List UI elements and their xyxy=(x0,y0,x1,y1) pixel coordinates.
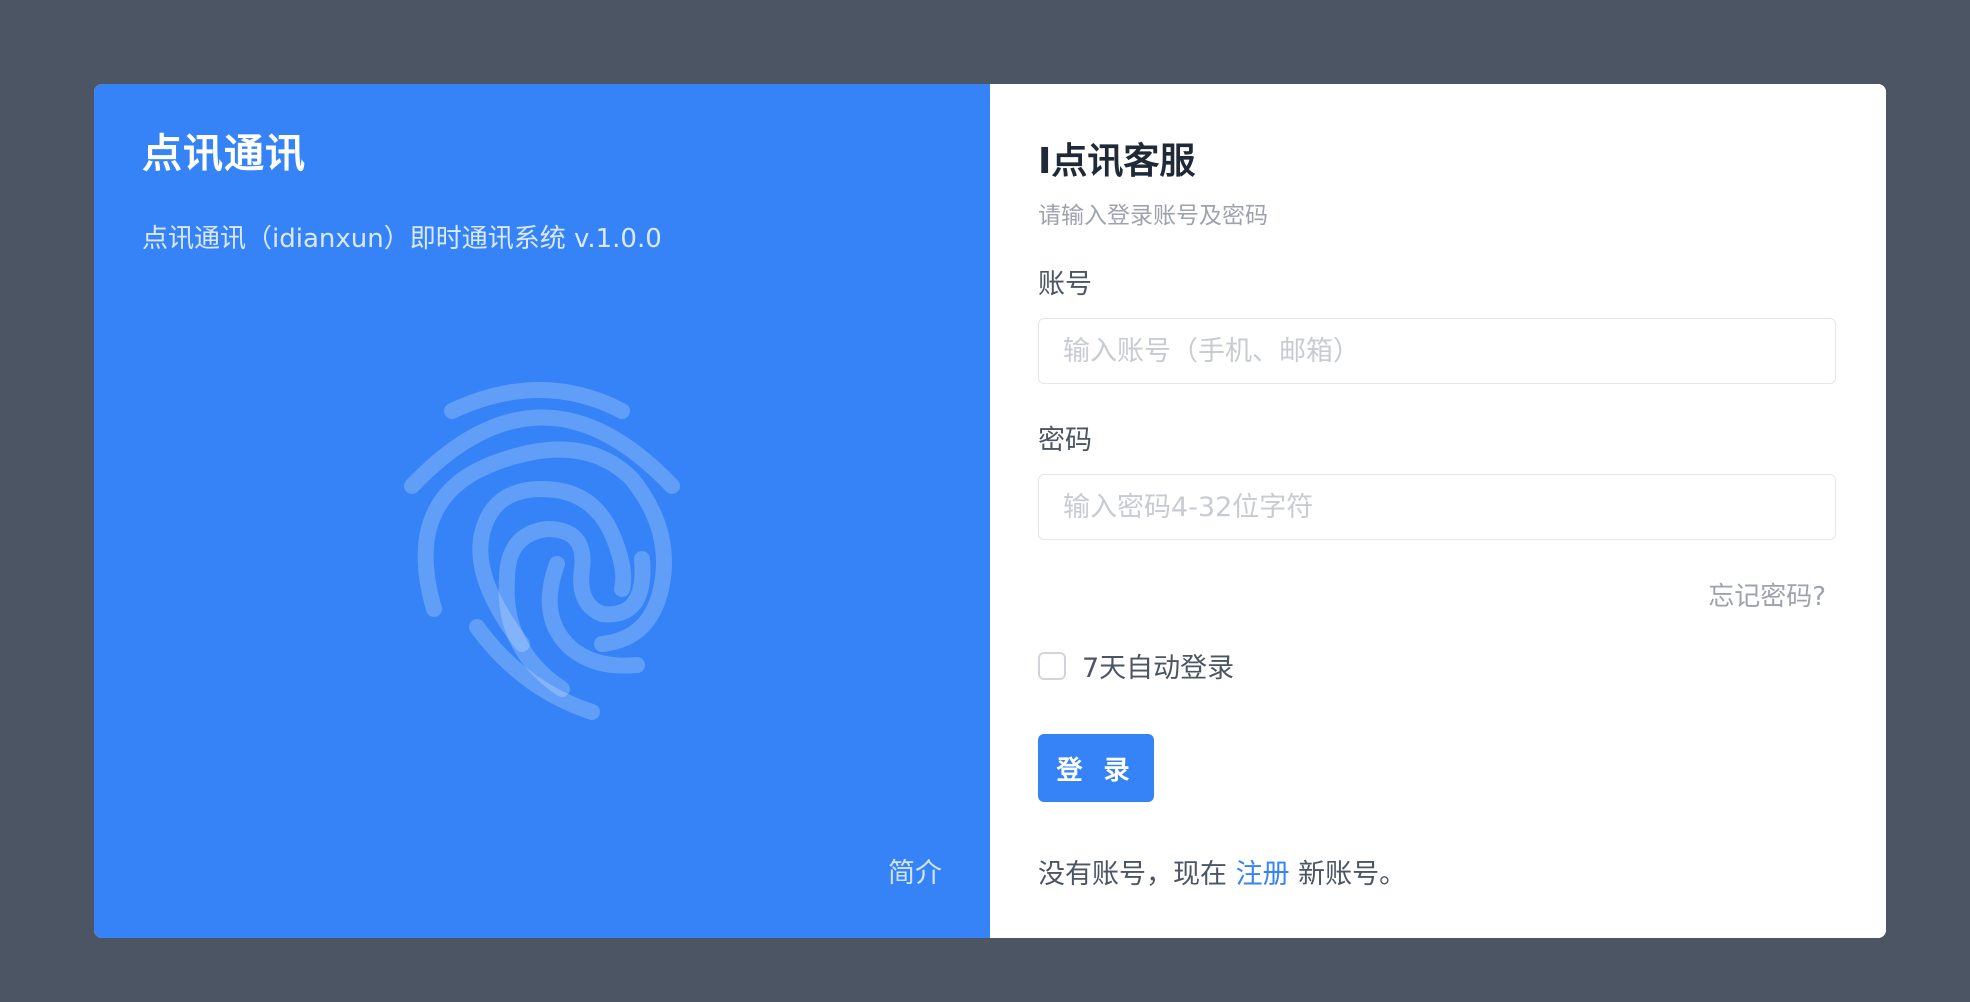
form-hint: 请输入登录账号及密码 xyxy=(1038,203,1268,229)
password-input[interactable] xyxy=(1038,474,1836,540)
brand-subtitle: 点讯通讯（idianxun）即时通讯系统 v.1.0.0 xyxy=(142,224,662,254)
register-prompt: 没有账号，现在 注册 新账号。 xyxy=(1038,852,1406,891)
intro-link[interactable]: 简介 xyxy=(888,851,942,890)
password-label: 密码 xyxy=(1038,425,1092,456)
remember-label: 7天自动登录 xyxy=(1082,653,1235,684)
remember-login-option[interactable]: 7天自动登录 xyxy=(1038,646,1234,685)
register-suffix: 新账号。 xyxy=(1289,859,1407,890)
forgot-password-link[interactable]: 忘记密码? xyxy=(1708,576,1826,613)
register-link[interactable]: 注册 xyxy=(1236,859,1290,890)
form-title: I点讯客服 xyxy=(1038,141,1196,182)
account-label: 账号 xyxy=(1038,269,1092,300)
remember-checkbox[interactable] xyxy=(1038,651,1066,680)
brand-panel: 点讯通讯 点讯通讯（idianxun）即时通讯系统 v.1.0.0 简介 xyxy=(94,84,990,938)
account-input[interactable] xyxy=(1038,318,1836,384)
login-form-panel: I点讯客服 请输入登录账号及密码 账号 密码 忘记密码? 7天自动登录 登 录 … xyxy=(990,84,1886,938)
login-card: 点讯通讯 点讯通讯（idianxun）即时通讯系统 v.1.0.0 简介 I点讯… xyxy=(94,84,1886,938)
brand-title: 点讯通讯 xyxy=(142,131,306,177)
register-prefix: 没有账号，现在 xyxy=(1038,859,1236,890)
login-button[interactable]: 登 录 xyxy=(1038,734,1154,802)
fingerprint-icon xyxy=(404,382,680,720)
